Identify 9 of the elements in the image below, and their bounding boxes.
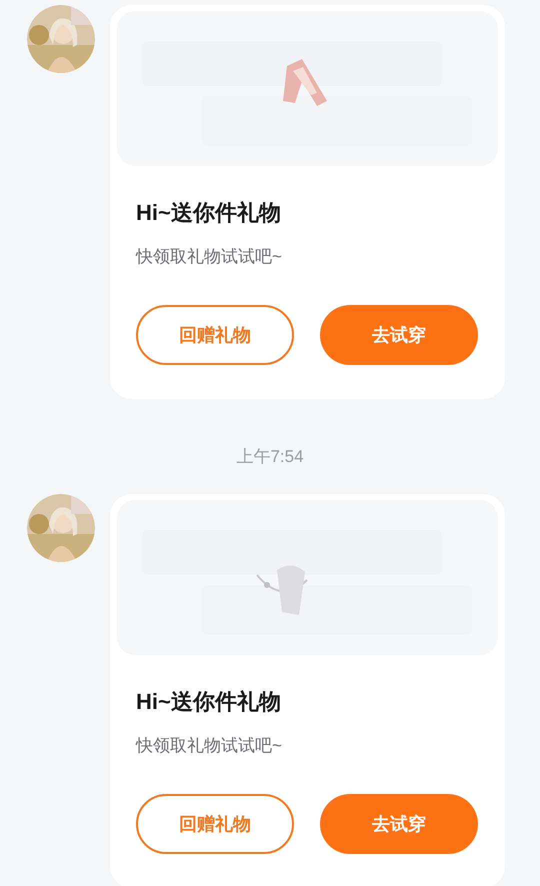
gift-title: Hi~送你件礼物 (136, 199, 282, 227)
try-on-button[interactable]: 去试穿 (320, 794, 478, 854)
message-time: 上午7:54 (236, 447, 304, 467)
return-gift-button[interactable]: 回赠礼物 (136, 305, 294, 365)
return-gift-button[interactable]: 回赠礼物 (136, 794, 294, 854)
gift-subtitle: 快领取礼物试试吧~ (136, 735, 283, 757)
gift-subtitle: 快领取礼物试试吧~ (136, 246, 283, 268)
try-on-button[interactable]: 去试穿 (320, 305, 478, 365)
gift-title: Hi~送你件礼物 (136, 688, 282, 716)
